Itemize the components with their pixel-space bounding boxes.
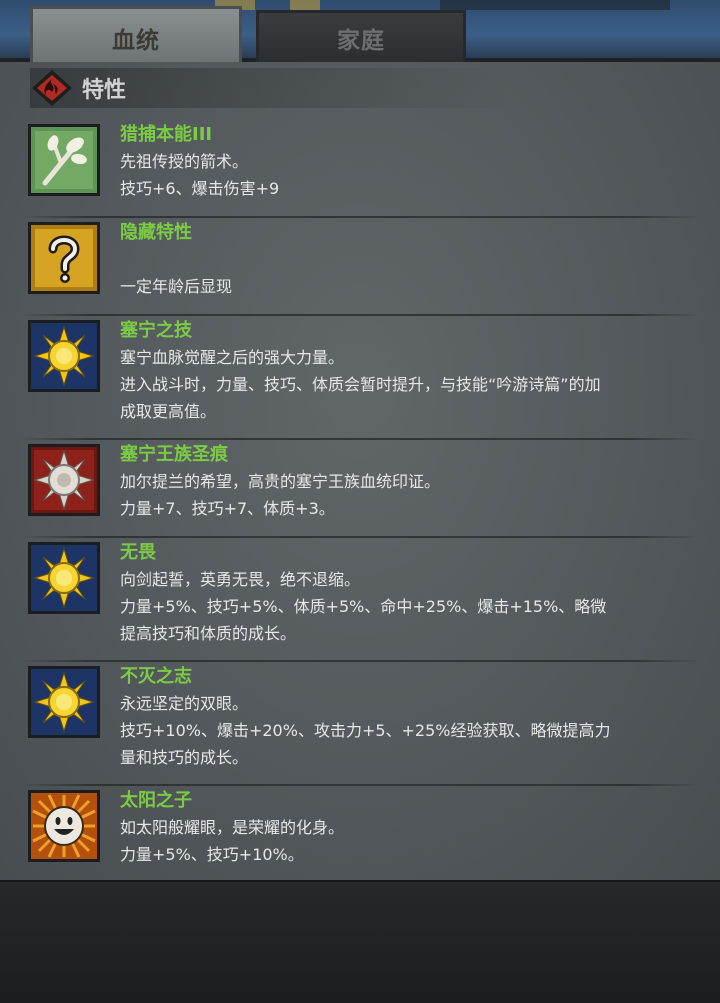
trait-effect: 技巧+6、爆击伤害+9 xyxy=(120,179,280,198)
traits-panel: 特性 猎捕本能III 先祖传授的箭术。 技巧+6、爆击伤害+9 隐藏特性 一定年… xyxy=(0,62,720,880)
trait-item[interactable]: 猎捕本能III 先祖传授的箭术。 技巧+6、爆击伤害+9 xyxy=(0,120,720,218)
trait-effect: 力量+5%、技巧+10%。 xyxy=(120,845,304,864)
fire-emblem-icon xyxy=(30,68,74,108)
trait-effect: 量和技巧的成长。 xyxy=(120,748,249,767)
bottom-area xyxy=(0,880,720,1003)
section-header: 特性 xyxy=(30,68,510,108)
trait-effect: 力量+5%、技巧+5%、体质+5%、命中+25%、爆击+15%、略微 xyxy=(120,597,607,616)
trait-item[interactable]: 塞宁王族圣痕 加尔提兰的希望，高贵的塞宁王族血统印证。 力量+7、技巧+7、体质… xyxy=(0,440,720,538)
trait-list: 猎捕本能III 先祖传授的箭术。 技巧+6、爆击伤害+9 隐藏特性 一定年龄后显… xyxy=(0,120,720,880)
section-title: 特性 xyxy=(82,78,127,103)
trait-name: 隐藏特性 xyxy=(120,222,192,243)
sun-emblem-icon xyxy=(28,320,100,392)
backdrop-ornament xyxy=(440,0,670,10)
silver-sun-emblem-icon xyxy=(28,444,100,516)
trait-item[interactable]: 隐藏特性 一定年龄后显现 xyxy=(0,218,720,316)
trait-description: 向剑起誓，英勇无畏，绝不退缩。 xyxy=(120,570,361,589)
trait-item[interactable]: 无畏 向剑起誓，英勇无畏，绝不退缩。 力量+5%、技巧+5%、体质+5%、命中+… xyxy=(0,538,720,662)
trait-item[interactable]: 塞宁之技 塞宁血脉觉醒之后的强大力量。 进入战斗时，力量、技巧、体质会暂时提升，… xyxy=(0,316,720,440)
tab-bar: 血统 家庭 xyxy=(30,6,466,66)
trait-effect: 提高技巧和体质的成长。 xyxy=(120,624,297,643)
trait-name: 太阳之子 xyxy=(120,790,192,811)
tab-bloodline[interactable]: 血统 xyxy=(30,6,242,66)
trait-description xyxy=(120,246,690,273)
trait-effect: 一定年龄后显现 xyxy=(120,277,233,296)
smiling-sun-icon xyxy=(28,790,100,862)
tab-family[interactable]: 家庭 xyxy=(256,10,466,62)
trait-description: 如太阳般耀眼，是荣耀的化身。 xyxy=(120,818,345,837)
trait-effect: 力量+7、技巧+7、体质+3。 xyxy=(120,499,335,518)
trait-item[interactable]: 太阳之子 如太阳般耀眼，是荣耀的化身。 力量+5%、技巧+10%。 xyxy=(0,786,720,880)
trait-name: 不灭之志 xyxy=(120,666,192,687)
trait-description: 永远坚定的双眼。 xyxy=(120,694,249,713)
trait-description: 加尔提兰的希望，高贵的塞宁王族血统印证。 xyxy=(120,472,441,491)
trait-name: 塞宁之技 xyxy=(120,320,192,341)
trait-effect: 进入战斗时，力量、技巧、体质会暂时提升，与技能“吟游诗篇”的加 xyxy=(120,375,601,394)
trait-effect: 成取更高值。 xyxy=(120,402,217,421)
sun-emblem-icon xyxy=(28,666,100,738)
trait-name: 塞宁王族圣痕 xyxy=(120,444,228,465)
trait-name: 无畏 xyxy=(120,542,156,563)
trait-name: 猎捕本能III xyxy=(120,124,213,145)
branch-icon xyxy=(28,124,100,196)
sun-emblem-icon xyxy=(28,542,100,614)
trait-description: 塞宁血脉觉醒之后的强大力量。 xyxy=(120,348,345,367)
trait-description: 先祖传授的箭术。 xyxy=(120,152,249,171)
trait-item[interactable]: 不灭之志 永远坚定的双眼。 技巧+10%、爆击+20%、攻击力+5、+25%经验… xyxy=(0,662,720,786)
question-mark-icon xyxy=(28,222,100,294)
trait-effect: 技巧+10%、爆击+20%、攻击力+5、+25%经验获取、略微提高力 xyxy=(120,721,611,740)
